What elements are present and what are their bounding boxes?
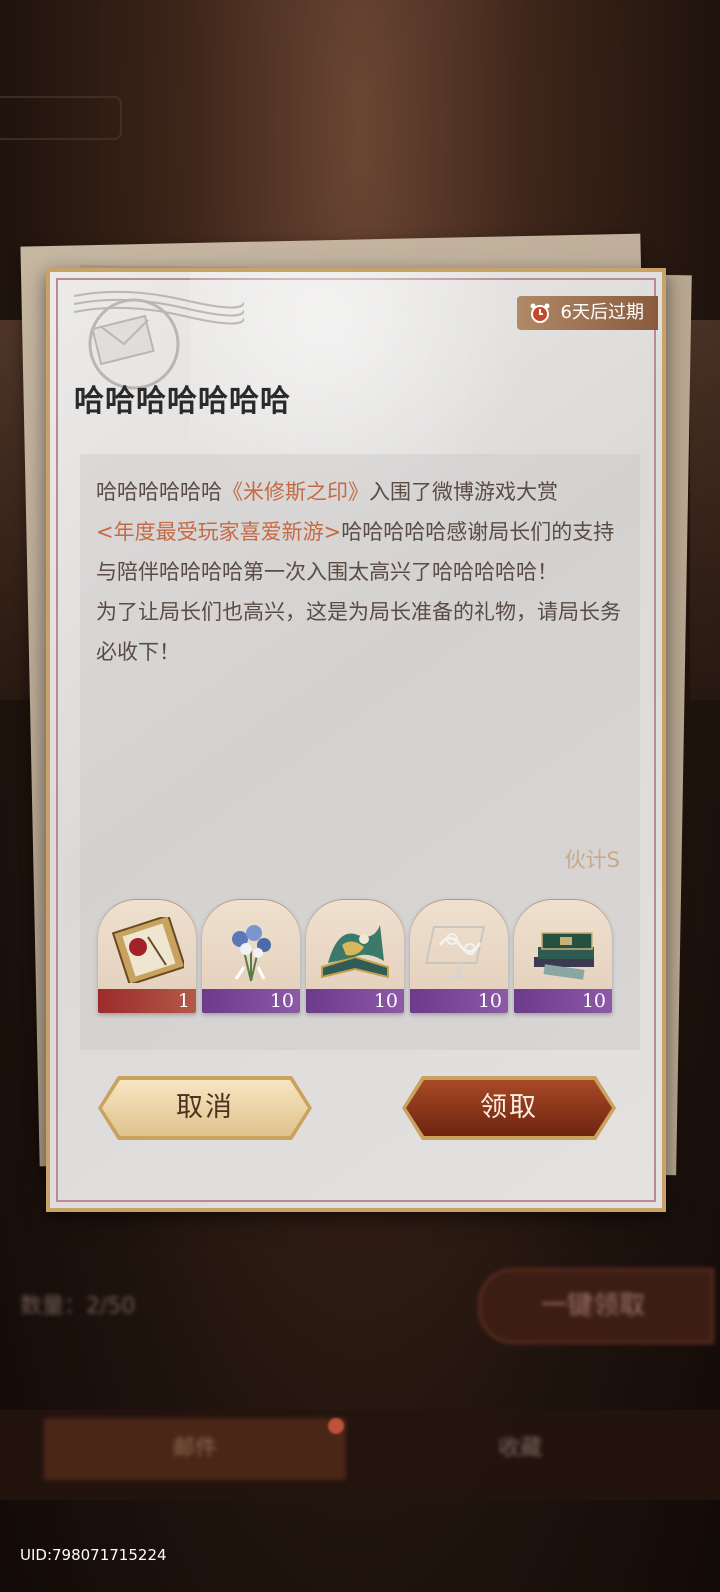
body-award-name: <年度最受玩家喜爱新游>: [96, 520, 342, 544]
background-mail-count: 数量：2/50: [20, 1294, 136, 1319]
reward-item[interactable]: 10: [306, 899, 404, 1013]
expiry-label: 6天后过期: [560, 302, 644, 323]
mail-title: 哈哈哈哈哈哈哈: [74, 384, 291, 419]
item-count: 1: [177, 990, 190, 1012]
letter-box-icon: [111, 917, 184, 983]
background-tab-mail: 邮件: [44, 1418, 346, 1480]
background-shelf-right: [690, 320, 720, 700]
reward-item[interactable]: 10: [410, 899, 508, 1013]
mail-sender: 伙计S: [564, 848, 620, 872]
mail-body-text: 哈哈哈哈哈哈《米修斯之印》入围了微博游戏大赏 <年度最受玩家喜爱新游>哈哈哈哈哈…: [96, 472, 628, 672]
body-text-segment: 哈哈哈哈哈哈: [96, 480, 222, 504]
body-game-title: 《米修斯之印》: [222, 480, 369, 504]
item-count: 10: [373, 990, 398, 1012]
body-text-segment: 入围了微博游戏大赏: [369, 480, 558, 504]
reward-item[interactable]: 1: [98, 899, 196, 1013]
cancel-button[interactable]: 取消: [102, 1080, 308, 1136]
item-count: 10: [269, 990, 294, 1012]
books-icon: [534, 932, 594, 980]
reward-item[interactable]: 10: [514, 899, 612, 1013]
mail-letter-dialog: 6天后过期 哈哈哈哈哈哈哈 哈哈哈哈哈哈《米修斯之印》入围了微博游戏大赏 <年度…: [46, 268, 666, 1212]
background-tab-collection: 收藏: [497, 1436, 542, 1461]
claim-button[interactable]: 领取: [406, 1080, 612, 1136]
body-text-paragraph-2: 为了让局长们也高兴，这是为局长准备的礼物，请局长务必收下！: [96, 600, 621, 664]
expiry-badge: 6天后过期: [516, 296, 658, 330]
background-one-key-claim-button: 一键领取: [478, 1268, 714, 1344]
item-count: 10: [581, 990, 606, 1012]
mail-content-box[interactable]: 哈哈哈哈哈哈《米修斯之印》入围了微博游戏大赏 <年度最受玩家喜爱新游>哈哈哈哈哈…: [80, 454, 640, 1050]
alarm-clock-icon: [530, 303, 550, 323]
reward-item[interactable]: 10: [202, 899, 300, 1013]
item-count: 10: [477, 990, 502, 1012]
background-tag: [0, 96, 122, 140]
silver-ornament-icon: [425, 926, 486, 979]
bouquet-icon: [232, 925, 271, 982]
user-id-label: UID:798071715224: [20, 1546, 167, 1564]
popup-book-icon: [321, 925, 389, 979]
background-notification-dot: [328, 1418, 344, 1434]
reward-items: 1 10 10 10 10: [98, 899, 628, 1017]
